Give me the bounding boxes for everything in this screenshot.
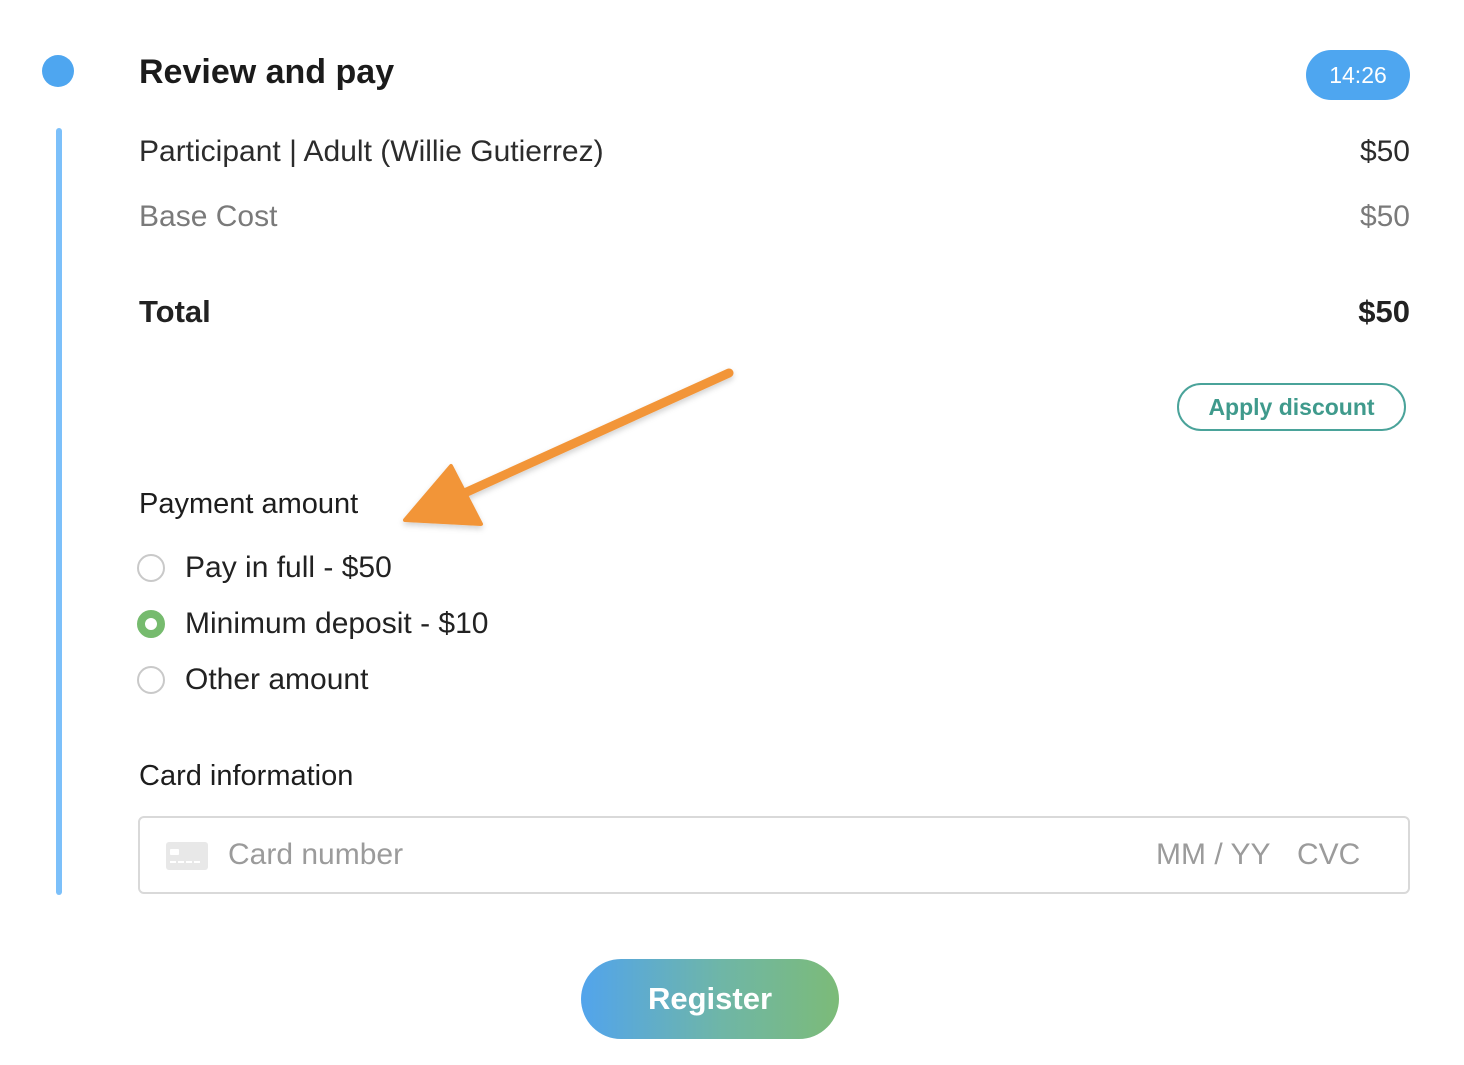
radio-button[interactable] <box>137 666 165 694</box>
card-expiry-input[interactable] <box>1156 832 1280 878</box>
radio-label: Pay in full - $50 <box>185 551 392 584</box>
radio-button-selected[interactable] <box>137 610 165 638</box>
apply-discount-button[interactable]: Apply discount <box>1177 383 1406 431</box>
radio-option-minimum-deposit[interactable]: Minimum deposit - $10 <box>137 604 488 644</box>
radio-label: Other amount <box>185 663 369 696</box>
total-price: $50 <box>1358 294 1410 329</box>
page-title: Review and pay <box>139 53 395 91</box>
payment-amount-heading: Payment amount <box>139 488 359 520</box>
register-button[interactable]: Register <box>581 959 839 1039</box>
total-label: Total <box>139 294 211 329</box>
review-and-pay-page: Review and pay 14:26 Participant | Adult… <box>0 0 1464 1065</box>
participant-label: Participant | Adult (Willie Gutierrez) <box>139 135 604 168</box>
card-information-heading: Card information <box>139 760 354 792</box>
radio-option-pay-in-full[interactable]: Pay in full - $50 <box>137 548 392 588</box>
base-cost-price: $50 <box>1359 200 1410 233</box>
base-cost-line-item: Base Cost $50 <box>139 195 1410 239</box>
step-timeline-line <box>56 128 62 895</box>
radio-label: Minimum deposit - $10 <box>185 607 489 640</box>
card-cvc-input[interactable] <box>1297 832 1377 878</box>
timer-badge: 14:26 <box>1306 50 1410 100</box>
credit-card-icon <box>166 842 208 870</box>
step-indicator-dot <box>42 55 74 87</box>
radio-button[interactable] <box>137 554 165 582</box>
participant-price: $50 <box>1359 135 1410 168</box>
participant-line-item: Participant | Adult (Willie Gutierrez) $… <box>139 130 1410 174</box>
card-number-input[interactable] <box>228 832 788 878</box>
card-input-group[interactable] <box>138 816 1410 894</box>
radio-option-other-amount[interactable]: Other amount <box>137 660 368 700</box>
base-cost-label: Base Cost <box>139 200 278 233</box>
total-line-item: Total $50 <box>139 290 1410 334</box>
